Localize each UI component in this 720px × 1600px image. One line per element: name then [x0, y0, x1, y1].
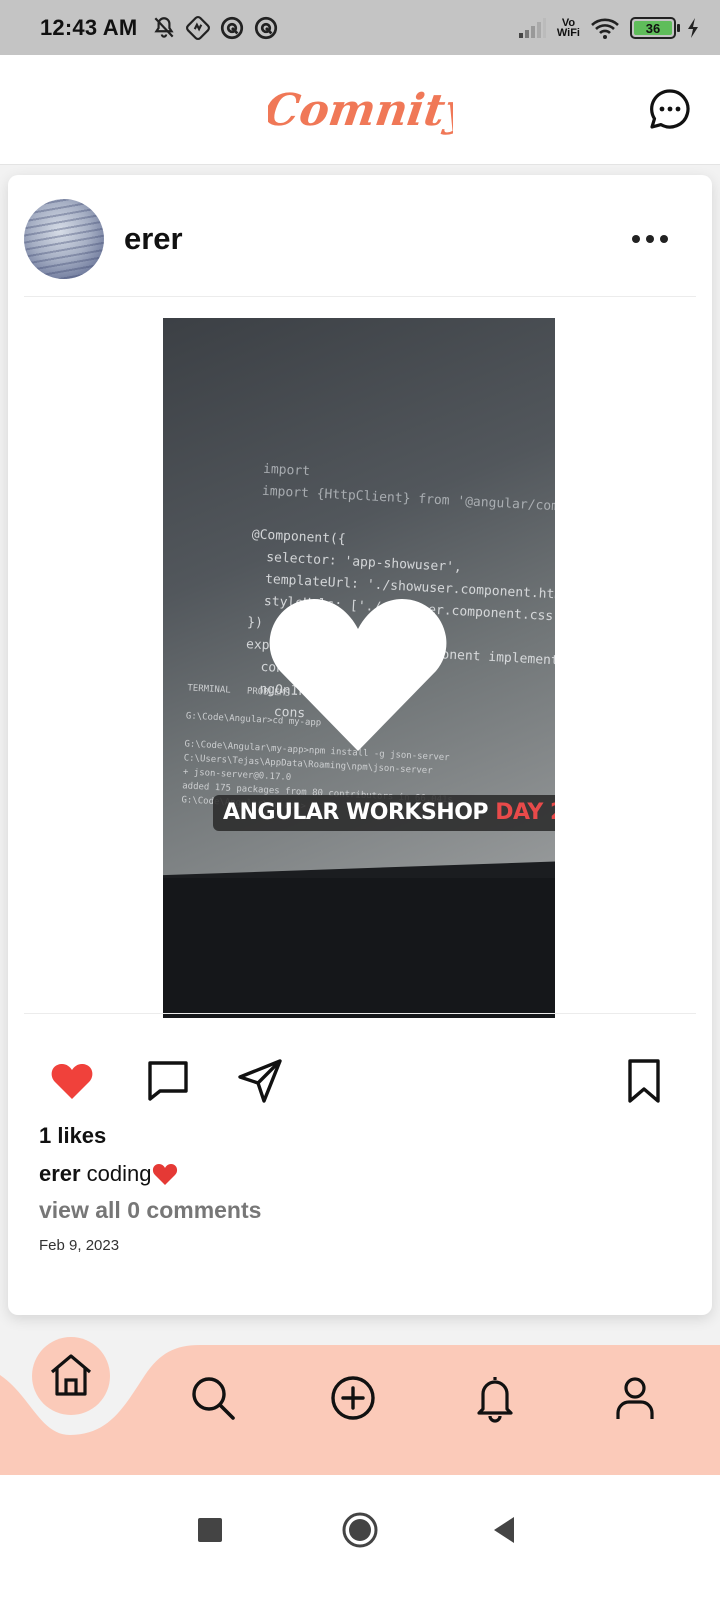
app-notification-icon: [255, 16, 278, 39]
post-username[interactable]: erer: [124, 221, 183, 257]
post-actions: [24, 1030, 696, 1120]
post-header: erer: [24, 199, 696, 279]
more-options-icon[interactable]: [632, 229, 676, 249]
dark-area: [163, 878, 555, 1018]
share-send-icon[interactable]: [236, 1057, 284, 1105]
battery-level: 36: [634, 20, 672, 36]
vowifi-indicator: Vo WiFi: [556, 16, 580, 39]
charging-icon: [688, 17, 698, 38]
home-button-icon[interactable]: [340, 1510, 380, 1550]
post-image[interactable]: import import {HttpClient} from '@angula…: [163, 318, 555, 1018]
divider: [24, 296, 696, 297]
app-logo: Comnity: [268, 84, 453, 136]
status-time: 12:43 AM: [40, 14, 138, 40]
like-heart-overlay-icon: [269, 599, 447, 751]
likes-count[interactable]: 1 likes: [39, 1123, 106, 1149]
chat-bubble-icon[interactable]: [648, 87, 692, 131]
system-navigation-bar: [0, 1475, 720, 1600]
bookmark-icon[interactable]: [620, 1057, 668, 1105]
status-system-icons: Vo WiFi 36: [517, 16, 700, 40]
post-card: erer import import {HttpClient} from '@a…: [8, 175, 712, 1315]
signal-icon: [518, 17, 546, 38]
wifi-icon: [591, 18, 619, 39]
back-icon[interactable]: [486, 1510, 526, 1550]
view-comments-link[interactable]: view all 0 comments: [39, 1197, 261, 1224]
app-notification-icon: [186, 15, 211, 40]
search-icon[interactable]: [188, 1373, 238, 1423]
comment-icon[interactable]: [144, 1057, 192, 1105]
app-header: Comnity: [0, 55, 720, 165]
red-heart-emoji-icon: [153, 1164, 178, 1185]
post-caption: erer coding: [39, 1161, 178, 1187]
caption-text: coding: [86, 1161, 152, 1186]
status-notification-icons: [151, 15, 279, 41]
recent-apps-icon[interactable]: [190, 1510, 230, 1550]
profile-icon[interactable]: [610, 1373, 660, 1423]
status-bar: 12:43 AM Vo WiFi 36: [0, 0, 720, 55]
post-date: Feb 9, 2023: [39, 1237, 120, 1254]
avatar[interactable]: [24, 199, 104, 279]
caption-username[interactable]: erer: [39, 1161, 81, 1187]
bell-off-icon: [154, 16, 174, 38]
app-notification-icon: [221, 16, 244, 39]
media-overlay-text: ANGULAR WORKSHOP DAY 2: [213, 795, 555, 831]
battery-indicator: 36: [630, 16, 680, 39]
like-heart-icon[interactable]: [48, 1057, 96, 1105]
notifications-icon[interactable]: [470, 1373, 520, 1423]
svg-text:Comnity: Comnity: [268, 84, 453, 136]
add-post-icon[interactable]: [328, 1373, 378, 1423]
home-icon[interactable]: [46, 1350, 96, 1400]
divider: [24, 1013, 696, 1014]
